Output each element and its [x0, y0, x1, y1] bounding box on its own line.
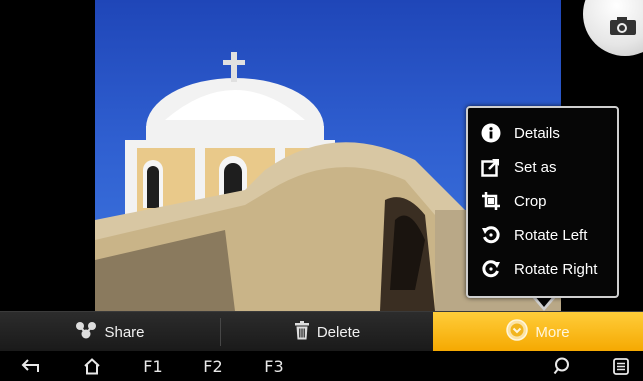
menu-item-rotate-right[interactable]: Rotate Right	[480, 254, 618, 284]
search-button[interactable]	[548, 351, 574, 381]
f3-key[interactable]: F3	[259, 351, 289, 381]
menu-item-crop[interactable]: Crop	[480, 186, 618, 216]
share-icon	[75, 321, 97, 343]
delete-button[interactable]: Delete	[221, 312, 433, 352]
menu-item-label: Set as	[514, 158, 557, 176]
set-as-icon	[480, 156, 502, 178]
menu-button[interactable]	[608, 351, 634, 381]
search-icon	[553, 357, 569, 375]
camera-icon	[610, 17, 636, 35]
menu-item-set-as[interactable]: Set as	[480, 152, 618, 182]
home-icon	[84, 357, 100, 374]
rotate-right-icon	[480, 258, 502, 280]
crop-icon	[480, 190, 502, 212]
menu-item-details[interactable]: Details	[480, 118, 618, 148]
f1-key[interactable]: F1	[138, 351, 168, 381]
f3-label: F3	[264, 356, 284, 376]
more-options-menu: Details Set as Crop Rotate Left Rotate R…	[466, 106, 619, 298]
menu-icon	[613, 357, 629, 375]
menu-item-label: Crop	[514, 192, 547, 210]
f1-label: F1	[143, 356, 163, 376]
trash-icon	[294, 320, 310, 344]
f2-key[interactable]: F2	[198, 351, 228, 381]
menu-item-label: Rotate Right	[514, 260, 598, 278]
camera-button[interactable]	[583, 0, 643, 56]
chevron-down-circle-icon	[506, 319, 529, 345]
menu-item-rotate-left[interactable]: Rotate Left	[480, 220, 618, 250]
more-label: More	[535, 323, 570, 341]
share-button[interactable]: Share	[0, 312, 220, 352]
rotate-left-icon	[480, 224, 502, 246]
home-button[interactable]	[78, 351, 106, 381]
back-button[interactable]	[16, 351, 46, 381]
info-icon	[480, 122, 502, 144]
more-button[interactable]: More	[433, 312, 643, 352]
menu-item-label: Rotate Left	[514, 226, 588, 244]
action-bar: Share Delete More	[0, 311, 643, 352]
f2-label: F2	[203, 356, 223, 376]
share-label: Share	[104, 323, 145, 341]
back-icon	[21, 359, 39, 372]
menu-item-label: Details	[514, 124, 560, 142]
delete-label: Delete	[316, 323, 361, 341]
system-nav-bar: F1 F2 F3	[0, 351, 643, 381]
